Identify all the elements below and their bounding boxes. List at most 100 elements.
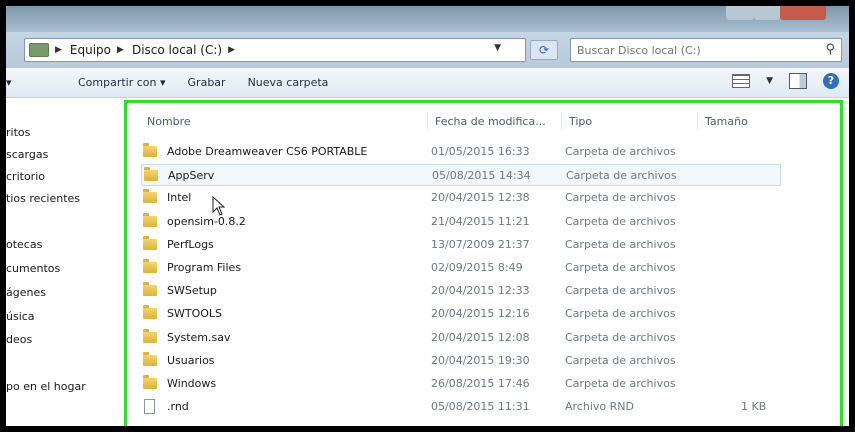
table-row[interactable]: SWSetup 20/04/2015 12:33 Carpeta de archiv…: [141, 280, 781, 302]
table-row[interactable]: .rnd 05/08/2015 11:31 Archivo RND 1 KB: [141, 396, 781, 418]
organize-button[interactable]: ▾: [6, 76, 18, 89]
file-name: SWTOOLS: [167, 307, 223, 321]
file-type: Carpeta de archivos: [565, 145, 676, 158]
computer-icon: [29, 43, 49, 57]
file-type: Carpeta de archivos: [566, 169, 677, 183]
nav-item[interactable]: scargas: [6, 148, 48, 161]
address-bar[interactable]: ▶ Equipo ▶ Disco local (C:) ▶ ▼: [24, 38, 526, 62]
navigation-pane: ritos scargas critorio tios recientes ot…: [6, 98, 116, 426]
search-input[interactable]: [577, 39, 807, 62]
table-row[interactable]: Usuarios 20/04/2015 19:30 Carpeta de archi…: [141, 350, 781, 372]
file-date: 21/04/2015 11:21: [431, 214, 530, 228]
chevron-right-icon[interactable]: ▶: [55, 45, 62, 55]
address-row: ▶ Equipo ▶ Disco local (C:) ▶ ▼ ⟳ ⚲: [6, 32, 849, 68]
file-date: 05/08/2015 11:31: [431, 400, 530, 414]
file-type: Carpeta de archivos: [565, 237, 676, 251]
file-type: Carpeta de archivos: [565, 284, 676, 298]
folder-icon: [143, 351, 157, 366]
breadcrumb-equipo[interactable]: Equipo: [70, 43, 111, 57]
file-date: 20/04/2015 12:08: [431, 330, 530, 344]
file-name: opensim-0.8.2: [167, 214, 246, 228]
nav-item[interactable]: otecas: [6, 238, 42, 251]
nav-item[interactable]: deos: [6, 333, 32, 346]
nav-item[interactable]: cumentos: [6, 262, 60, 275]
folder-icon: [143, 305, 157, 320]
file-date: 13/07/2009 21:37: [431, 237, 530, 251]
search-box[interactable]: ⚲: [570, 38, 842, 62]
file-date: 20/04/2015 12:16: [431, 307, 530, 321]
file-size: 1 KB: [741, 400, 767, 414]
chevron-down-icon[interactable]: ▼: [494, 43, 501, 53]
table-row[interactable]: Windows 26/08/2015 17:46 Carpeta de archiv…: [141, 373, 781, 395]
table-row[interactable]: PerfLogs 13/07/2009 21:37 Carpeta de archi…: [141, 234, 781, 256]
table-row[interactable]: Program Files 02/09/2015 8:49 Carpeta de a…: [141, 257, 781, 279]
file-name: Program Files: [167, 261, 242, 274]
file-type: Carpeta de archivos: [565, 261, 676, 274]
burn-button[interactable]: Grabar: [188, 76, 226, 89]
file-date: 01/05/2015 16:33: [431, 145, 530, 158]
nav-item[interactable]: critorio: [6, 170, 45, 183]
column-divider[interactable]: [561, 113, 562, 129]
file-name: Adobe Dreamweaver CS6 PORTABLE: [167, 145, 368, 158]
table-row[interactable]: Intel 20/04/2015 12:38 Carpeta de archivos: [141, 187, 781, 209]
file-date: 26/08/2015 17:46: [431, 377, 530, 390]
chevron-right-icon[interactable]: ▶: [117, 45, 124, 55]
toolbar: ▾ Compartir con ▾ Grabar Nueva carpeta ▼…: [6, 68, 849, 98]
column-divider[interactable]: [697, 113, 698, 129]
column-header-date[interactable]: Fecha de modifica...: [435, 115, 546, 128]
table-row[interactable]: AppServ 05/08/2015 14:34 Carpeta de archiv…: [141, 164, 781, 187]
folder-icon: [143, 282, 157, 297]
file-type: Carpeta de archivos: [565, 214, 676, 228]
chevron-down-icon[interactable]: ▼: [766, 76, 773, 86]
file-name: Usuarios: [167, 353, 215, 367]
file-name: .rnd: [167, 400, 189, 414]
column-header-name[interactable]: Nombre: [147, 115, 191, 128]
breadcrumb-disco-local[interactable]: Disco local (C:): [132, 43, 222, 57]
share-button[interactable]: Compartir con ▾: [78, 76, 166, 89]
table-row[interactable]: SWTOOLS 20/04/2015 12:16 Carpeta de archiv…: [141, 303, 781, 325]
folder-icon: [143, 189, 157, 204]
nav-item[interactable]: úsica: [6, 310, 35, 323]
title-bar: [6, 6, 849, 32]
file-icon: [144, 399, 155, 415]
file-name: AppServ: [168, 169, 215, 183]
file-date: 20/04/2015 12:33: [431, 284, 530, 298]
file-name: Intel: [167, 191, 192, 205]
file-name: Windows: [167, 377, 217, 390]
file-name: SWSetup: [167, 284, 217, 298]
new-folder-button[interactable]: Nueva carpeta: [248, 76, 329, 89]
nav-item[interactable]: po en el hogar: [6, 380, 86, 393]
file-type: Carpeta de archivos: [565, 330, 676, 344]
nav-item[interactable]: ritos: [6, 126, 30, 139]
minimize-button[interactable]: [726, 6, 754, 20]
chevron-right-icon[interactable]: ▶: [228, 45, 235, 55]
search-icon[interactable]: ⚲: [825, 42, 835, 57]
nav-item[interactable]: ágenes: [6, 286, 46, 299]
file-name: PerfLogs: [167, 237, 214, 251]
file-type: Archivo RND: [565, 400, 634, 414]
file-name: System.sav: [167, 330, 231, 344]
column-divider[interactable]: [427, 113, 428, 129]
folder-icon: [143, 259, 157, 273]
explorer-window: ▶ Equipo ▶ Disco local (C:) ▶ ▼ ⟳ ⚲ ▾ Co…: [6, 6, 849, 426]
nav-item[interactable]: tios recientes: [6, 192, 80, 205]
maximize-button[interactable]: [754, 6, 780, 20]
folder-icon: [143, 235, 157, 250]
file-type: Carpeta de archivos: [565, 307, 676, 321]
preview-pane-icon[interactable]: [789, 73, 807, 89]
table-row[interactable]: opensim-0.8.2 21/04/2015 11:21 Carpeta de …: [141, 211, 781, 233]
table-row[interactable]: Adobe Dreamweaver CS6 PORTABLE 01/05/2015…: [141, 141, 781, 163]
column-header-type[interactable]: Tipo: [569, 115, 592, 128]
table-row[interactable]: System.sav 20/04/2015 12:08 Carpeta de arc…: [141, 327, 781, 349]
folder-icon: [143, 143, 157, 157]
file-type: Carpeta de archivos: [565, 191, 676, 205]
help-icon[interactable]: ?: [823, 73, 839, 89]
file-date: 20/04/2015 12:38: [431, 191, 530, 205]
change-view-icon[interactable]: [732, 74, 751, 88]
file-type: Carpeta de archivos: [565, 353, 676, 367]
close-button[interactable]: [780, 6, 826, 20]
refresh-button[interactable]: ⟳: [530, 40, 558, 60]
file-list-pane: Nombre Fecha de modifica... Tipo Tamaño …: [124, 100, 843, 426]
file-date: 02/09/2015 8:49: [431, 261, 523, 274]
column-header-size[interactable]: Tamaño: [705, 115, 748, 128]
